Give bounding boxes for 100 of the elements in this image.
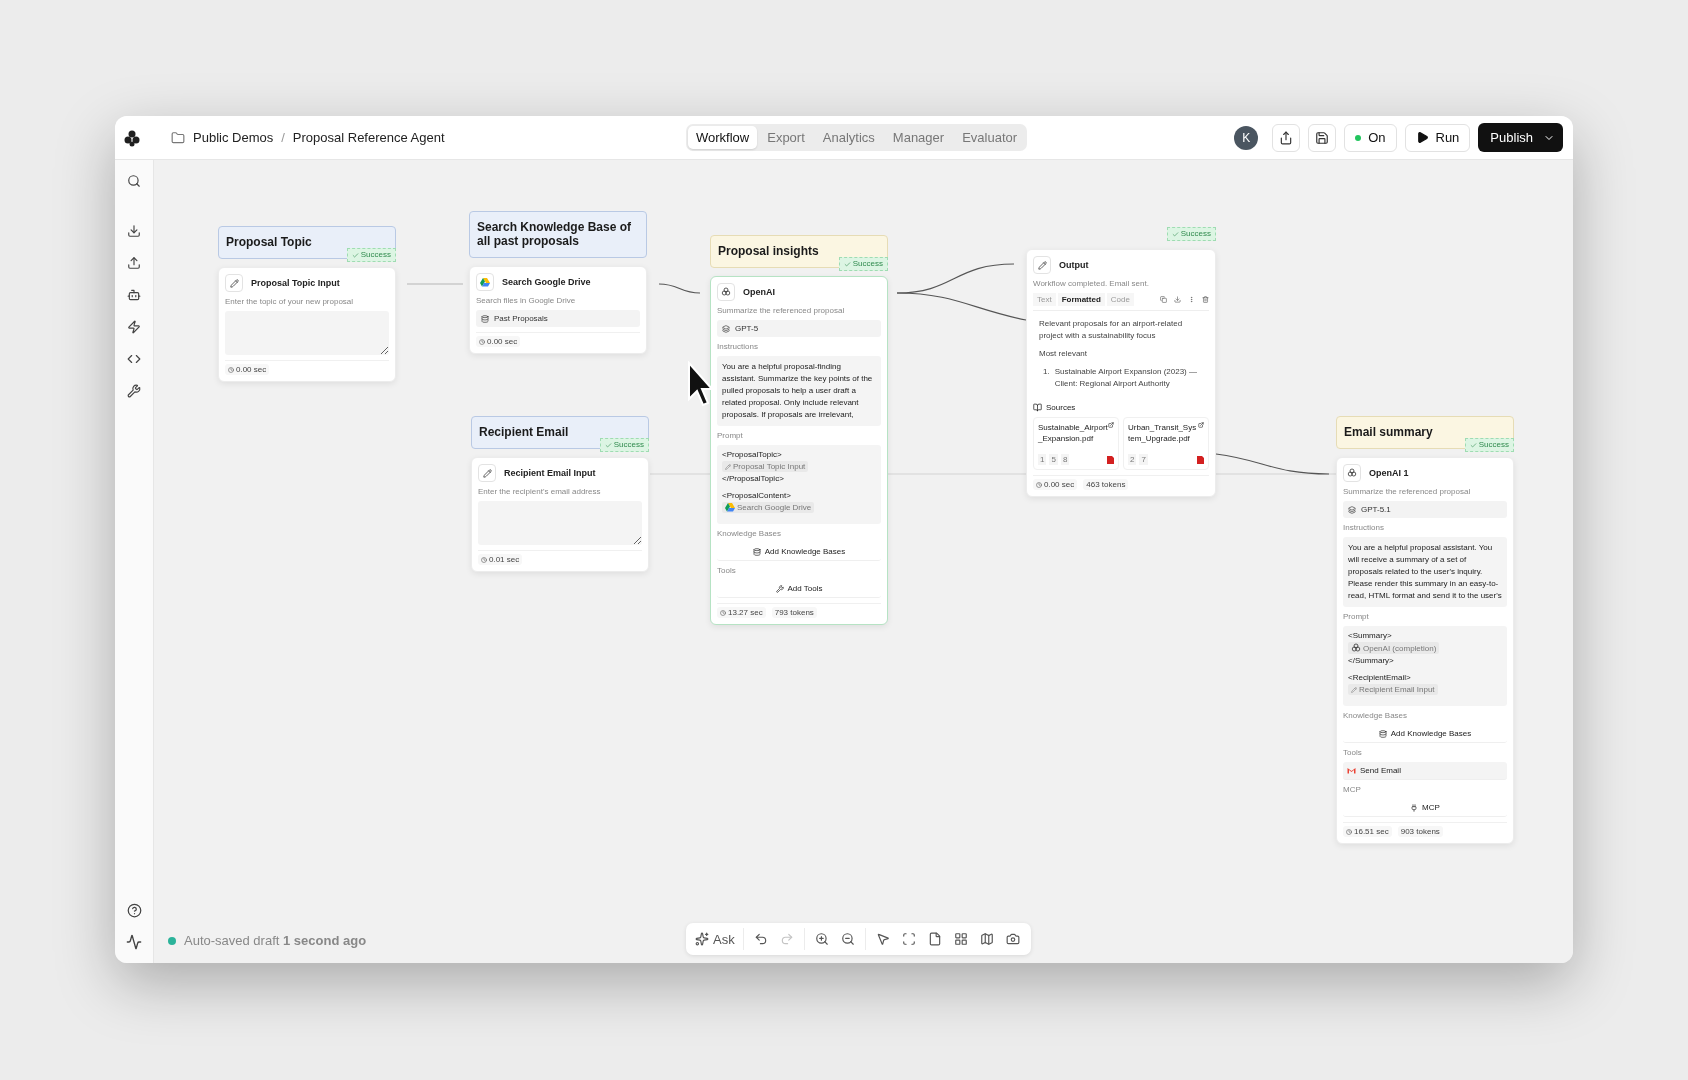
add-button[interactable]: Add Tools xyxy=(717,580,881,598)
node-card[interactable] xyxy=(1336,457,1514,844)
source-item[interactable]: Past Proposals xyxy=(476,310,640,327)
logo-icon[interactable] xyxy=(123,128,141,147)
publish-button[interactable]: Publish xyxy=(1478,123,1563,152)
add-button[interactable]: Add Knowledge Bases xyxy=(717,543,881,561)
prompt-tag: </Summary> xyxy=(1348,656,1394,665)
pencil-icon xyxy=(725,463,731,470)
file-name: Urban_Transit_System_Upgrade.pdf xyxy=(1128,422,1198,444)
status-dot xyxy=(168,936,176,945)
add-button[interactable]: Add Knowledge Bases xyxy=(1343,725,1507,743)
model-selector[interactable]: GPT-5 xyxy=(717,320,881,337)
prompt-editor[interactable]: <Summary> OpenAI (completion) </Summary> <RecipientEmail> Recipient Email Input xyxy=(1343,626,1507,706)
drive-logo-icon xyxy=(480,277,490,287)
user-avatar[interactable]: K xyxy=(1234,125,1259,150)
clock-icon xyxy=(1036,481,1042,488)
share-button[interactable] xyxy=(1272,123,1301,152)
pdf-file-icon xyxy=(1107,455,1114,464)
download-icon[interactable] xyxy=(1174,296,1181,303)
run-button[interactable]: Run xyxy=(1404,123,1471,152)
page-number[interactable]: 8 xyxy=(1060,454,1070,465)
instructions-text[interactable]: You are a helpful proposal assistant. You will receive a summary of a set of proposals related to the user's inquiry. Please render this summary in an easy-to-read, HTML format and send it to the user's xyxy=(1343,537,1507,607)
list-item: 1. Sustainable Airport Expansion (2023) — Client: Regional Airport Authority xyxy=(1042,366,1198,390)
pointer-cursor-icon xyxy=(687,361,713,407)
node-title: Proposal insights xyxy=(718,244,819,258)
prompt-tag: <ProposalTopic> xyxy=(722,450,782,459)
drive-logo-icon xyxy=(725,503,735,512)
pencil-icon xyxy=(1351,686,1357,693)
variable-chip: OpenAI (completion) xyxy=(1348,642,1440,654)
clock-icon xyxy=(1346,828,1352,835)
component-title: Output xyxy=(1059,260,1089,270)
external-link-icon[interactable] xyxy=(1198,422,1204,428)
node-title: Email summary xyxy=(1344,425,1433,439)
success-badge: Success xyxy=(838,257,888,271)
source-card[interactable]: Urban_Transit_System_Upgrade.pdf 2 7 xyxy=(1123,417,1209,470)
folder-icon[interactable] xyxy=(171,130,185,145)
prompt-tag: <Summary> xyxy=(1348,631,1392,640)
sources-heading: Sources xyxy=(1033,403,1209,412)
node-header[interactable]: Search Knowledge Base of all past proposals xyxy=(469,211,647,258)
sparkles-icon xyxy=(695,932,709,946)
page-number[interactable]: 5 xyxy=(1049,454,1058,465)
duration-label: 0.01 sec xyxy=(478,554,523,565)
layers-icon xyxy=(1348,505,1356,514)
token-count: 903 tokens xyxy=(1397,826,1443,837)
nav-tab[interactable]: Manager xyxy=(884,126,953,149)
instructions-text[interactable]: You are a helpful proposal-finding assistant. Summarize the key points of the pulled proposals to help a user draft a related proposal. Only include relevant proposals. If proposals are irrelevant, xyxy=(717,356,881,426)
external-link-icon[interactable] xyxy=(1108,422,1114,428)
node-header[interactable]: Proposal Topic Success xyxy=(218,226,396,259)
database-icon xyxy=(481,314,489,323)
node-header[interactable]: Proposal insights Success xyxy=(710,235,888,268)
knot-icon xyxy=(721,287,731,297)
breadcrumb-current: Proposal Reference Agent xyxy=(292,130,445,145)
node-card[interactable] xyxy=(710,276,888,625)
variable-chip: Search Google Drive xyxy=(722,502,815,513)
duration-label: 0.00 sec xyxy=(476,336,521,347)
check-icon xyxy=(1171,230,1179,238)
check-icon xyxy=(604,441,612,449)
node-card[interactable]: Search Google Drive Search files in Google Drive Past Proposals 0.00 sec xyxy=(469,266,647,354)
save-button[interactable] xyxy=(1308,123,1337,152)
output-paragraph: Relevant proposals for an airport-related project with a sustainability focus xyxy=(1039,318,1184,342)
clock-icon xyxy=(228,366,234,373)
node-header[interactable]: Recipient Email Success xyxy=(471,416,649,449)
nav-tab[interactable]: Export xyxy=(759,126,813,149)
input-field[interactable] xyxy=(225,311,389,355)
node-card[interactable]: Proposal Topic Input Enter the topic of your new proposal 0.00 sec xyxy=(218,267,396,382)
section-label: Tools xyxy=(1343,748,1363,757)
prompt-tag: </ProposalTopic> xyxy=(722,474,784,483)
node-title: Search Knowledge Base of all past proposals xyxy=(477,220,632,248)
on-toggle[interactable]: On xyxy=(1344,123,1397,152)
breadcrumb-separator: / xyxy=(281,130,285,145)
pencil-icon xyxy=(1037,260,1047,270)
nav-tab[interactable]: Workflow xyxy=(688,126,758,149)
nav-tab[interactable]: Analytics xyxy=(814,126,883,149)
trash-icon[interactable] xyxy=(1202,296,1209,303)
node-header[interactable]: Email summary Success xyxy=(1336,416,1514,449)
node-card[interactable]: Recipient Email Input Enter the recipient's email address 0.01 sec xyxy=(471,457,649,572)
model-selector[interactable]: GPT-5.1 xyxy=(1343,501,1507,518)
add-button[interactable]: MCP xyxy=(1343,799,1507,817)
prompt-editor[interactable]: <ProposalTopic> Proposal Topic Input </ProposalTopic> <ProposalContent> Search Google Drive xyxy=(717,445,881,524)
source-card[interactable]: Sustainable_Airport_Expansion.pdf 1 5 8 xyxy=(1033,417,1119,470)
plug-icon xyxy=(1410,803,1419,812)
node-card[interactable] xyxy=(1026,249,1216,497)
tool-item[interactable]: Send Email xyxy=(1343,762,1507,780)
component-title: OpenAI xyxy=(743,287,775,297)
nav-tab[interactable]: Evaluator xyxy=(954,126,1026,149)
view-tab[interactable]: Formatted xyxy=(1057,293,1105,306)
success-badge: Success xyxy=(346,248,396,262)
pencil-icon xyxy=(482,468,492,478)
component-title: OpenAI 1 xyxy=(1369,468,1409,478)
prompt-tag: <RecipientEmail> xyxy=(1348,673,1411,682)
connector-line xyxy=(658,283,701,294)
page-number[interactable]: 7 xyxy=(1139,454,1148,465)
input-field[interactable] xyxy=(478,501,642,545)
page-number[interactable]: 2 xyxy=(1128,454,1137,465)
copy-icon[interactable] xyxy=(1160,296,1167,303)
page-number[interactable]: 1 xyxy=(1038,454,1047,465)
breadcrumb-link[interactable]: Public Demos xyxy=(193,130,274,145)
component-description: Search files in Google Drive xyxy=(476,296,577,305)
section-label: Prompt xyxy=(717,431,744,440)
ask-button[interactable]: Ask xyxy=(692,927,738,951)
